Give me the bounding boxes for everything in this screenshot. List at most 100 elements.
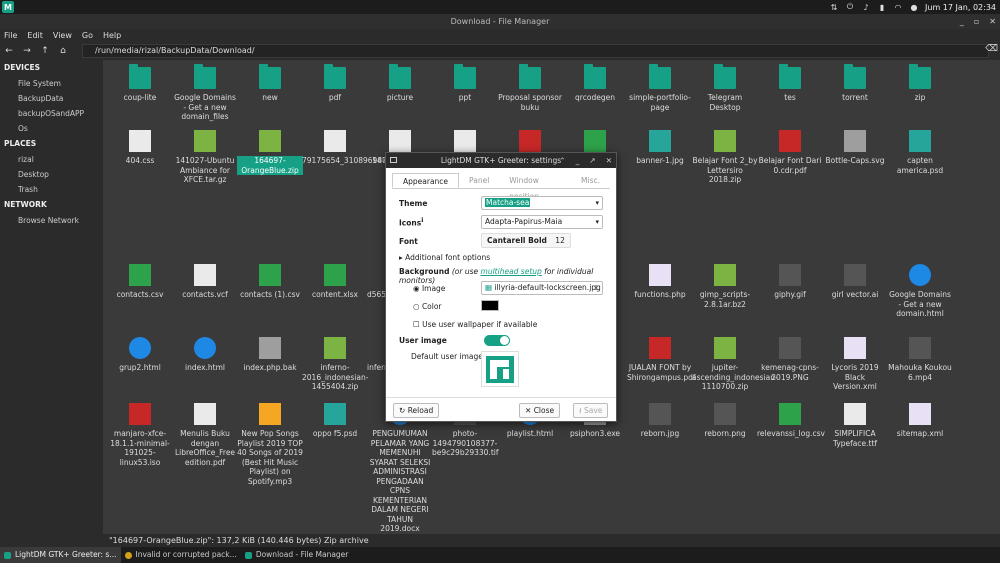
file-item[interactable]: reborn.png [692, 403, 758, 439]
wifi-icon[interactable]: ◠ [893, 2, 903, 12]
maximize-icon[interactable]: ▫ [974, 14, 979, 29]
dialog-titlebar[interactable]: LightDM GTK+ Greeter: settings ⌃ _ ↗ ✕ [386, 153, 616, 168]
theme-select[interactable]: Matcha-sea ▾ [481, 196, 603, 210]
folder-item[interactable]: Google Domains - Get a new domain_files [172, 64, 238, 122]
sidebar-item-os[interactable]: Os [0, 121, 102, 136]
close-button[interactable]: ✕ Close [519, 403, 561, 418]
file-item[interactable]: kemenag-cpns-2019.PNG [757, 337, 823, 382]
file-item[interactable]: Lycoris 2019 Black Version.xml [822, 337, 888, 392]
file-item[interactable]: 141027-Ubuntu Ambiance for XFCE.tar.gz [172, 130, 238, 185]
volume-icon[interactable]: ♪ [861, 2, 871, 12]
file-item[interactable]: contacts.vcf [172, 264, 238, 300]
folder-item[interactable]: zip [887, 64, 953, 103]
image-radio[interactable]: ◉ Image [413, 284, 445, 293]
file-item[interactable]: inferno-2016_indonesian-1455404.zip [302, 337, 368, 392]
file-item[interactable]: Menulis Buku dengan LibreOffice_Free edi… [172, 403, 238, 467]
tab-misc[interactable]: Misc. [571, 173, 610, 188]
file-item[interactable]: grup2.html [107, 337, 173, 373]
file-item[interactable]: Google Domains - Get a new domain.html [887, 264, 953, 319]
folder-item[interactable]: Proposal sponsor buku [497, 64, 563, 112]
file-item[interactable]: Mahouka Koukou 6.mp4 [887, 337, 953, 382]
additional-font-options-expander[interactable]: ▸ Additional font options [399, 253, 490, 262]
file-item[interactable]: 79175654_3108969809116428_71383040647810… [302, 130, 537, 166]
user-image-button[interactable] [481, 351, 519, 387]
folder-item[interactable]: picture [367, 64, 433, 103]
file-item[interactable]: contacts (1).csv [237, 264, 303, 300]
sidebar-item-file-system[interactable]: File System [0, 76, 102, 91]
file-item[interactable]: Bottle-Caps.svg [822, 130, 888, 166]
clear-location-icon[interactable]: ⌫ [985, 44, 998, 54]
file-item[interactable]: sitemap.xml [887, 403, 953, 439]
tab-window-position[interactable]: Window position [499, 173, 571, 201]
file-item[interactable]: capten america.psd [887, 130, 953, 175]
task-greeter-settings[interactable]: LightDM GTK+ Greeter: s... [0, 547, 121, 563]
file-item[interactable]: relevanssi_log.csv [757, 403, 825, 439]
forward-arrow-icon[interactable]: → [18, 46, 36, 56]
folder-item[interactable]: qrcodegen [562, 64, 628, 103]
home-icon[interactable]: ⌂ [54, 46, 72, 56]
icons-select[interactable]: Adapta-Papirus-Maia ▾ [481, 215, 603, 229]
folder-item[interactable]: simple-portfolio-page [627, 64, 693, 112]
file-item[interactable]: 404.css [107, 130, 173, 166]
user-image-toggle[interactable] [484, 335, 510, 346]
file-item[interactable]: 164697-OrangeBlue.zip [237, 130, 303, 175]
user-wallpaper-checkbox[interactable]: ☐ Use user wallpaper if available [413, 320, 537, 329]
folder-item[interactable]: pdf [302, 64, 368, 103]
file-item[interactable]: Belajar Font Dari 0.cdr.pdf [757, 130, 823, 175]
battery-icon[interactable]: ▮ [877, 2, 887, 12]
folder-item[interactable]: coup-lite [107, 64, 173, 103]
sidebar-item-trash[interactable]: Trash [0, 182, 102, 197]
notification-icon[interactable]: ● [909, 2, 919, 12]
clock[interactable]: Jum 17 Jan, 02:34 [925, 3, 996, 12]
minimize-icon[interactable]: _ [576, 153, 580, 168]
app-menu-icon[interactable]: M [2, 1, 14, 13]
file-item[interactable]: reborn.jpg [627, 403, 693, 439]
window-titlebar[interactable]: Download - File Manager _ ▫ ✕ [0, 14, 1000, 29]
task-invalid-package[interactable]: Invalid or corrupted pack... [121, 547, 241, 563]
menu-edit[interactable]: Edit [23, 29, 49, 42]
folder-item[interactable]: torrent [822, 64, 888, 103]
close-icon[interactable]: ✕ [989, 14, 996, 29]
file-item[interactable]: jupiter-ascending_indonesian-1110700.zip [692, 337, 778, 392]
file-item[interactable]: index.php.bak [237, 337, 303, 373]
menu-file[interactable]: File [0, 29, 23, 42]
folder-item[interactable]: Telegram Desktop [692, 64, 758, 112]
color-radio[interactable]: ○ Color [413, 302, 442, 311]
file-item[interactable]: JUALAN FONT by Shirongampus.pdf [627, 337, 696, 382]
location-input[interactable]: /run/media/rizal/BackupData/Download/ [82, 44, 989, 58]
file-item[interactable]: oppo f5.psd [302, 403, 368, 439]
menu-help[interactable]: Help [99, 29, 127, 42]
file-item[interactable]: content.xlsx [302, 264, 368, 300]
file-item[interactable]: functions.php [627, 264, 693, 300]
maximize-icon[interactable]: ↗ [589, 153, 595, 168]
sidebar-item-backupdata[interactable]: BackupData [0, 91, 102, 106]
shade-icon[interactable]: ⌃ [559, 153, 565, 168]
folder-item[interactable]: new [237, 64, 303, 103]
file-item[interactable]: banner-1.jpg [627, 130, 693, 166]
network-icon[interactable]: ⇅ [829, 2, 839, 12]
tab-panel[interactable]: Panel [459, 173, 499, 188]
save-button[interactable]: ⭳ Save [573, 403, 609, 418]
tab-appearance[interactable]: Appearance [392, 173, 460, 188]
file-item[interactable]: gimp_scripts-2.8.1ar.bz2 [692, 264, 758, 309]
file-item[interactable]: girl vector.ai [822, 264, 888, 300]
multihead-setup-link[interactable]: multihead setup [481, 267, 542, 276]
menu-view[interactable]: View [49, 29, 78, 42]
file-item[interactable]: manjaro-xfce-18.1.1-minimal-191025-linux… [107, 403, 173, 467]
file-item[interactable]: contacts.csv [107, 264, 173, 300]
folder-item[interactable]: ppt [432, 64, 498, 103]
menu-go[interactable]: Go [78, 29, 99, 42]
file-item[interactable]: index.html [172, 337, 238, 373]
task-file-manager[interactable]: Download - File Manager [241, 547, 353, 563]
sidebar-item-browse-network[interactable]: Browse Network [0, 213, 102, 228]
back-arrow-icon[interactable]: ← [0, 46, 18, 56]
minimize-icon[interactable]: _ [960, 14, 964, 29]
folder-item[interactable]: tes [757, 64, 823, 103]
font-button[interactable]: Cantarell Bold 12 [481, 233, 571, 248]
file-item[interactable]: New Pop Songs Playlist 2019 TOP 40 Songs… [237, 403, 303, 486]
sidebar-item-rizal[interactable]: rizal [0, 152, 102, 167]
file-item[interactable]: Belajar Font 2_by Lettersiro 2018.zip [692, 130, 758, 185]
reload-button[interactable]: ↻ Reload [393, 403, 440, 418]
image-file-chooser[interactable]: ▦ illyria-default-lockscreen.jpg ⇪ [481, 281, 603, 295]
color-swatch[interactable] [481, 300, 499, 311]
